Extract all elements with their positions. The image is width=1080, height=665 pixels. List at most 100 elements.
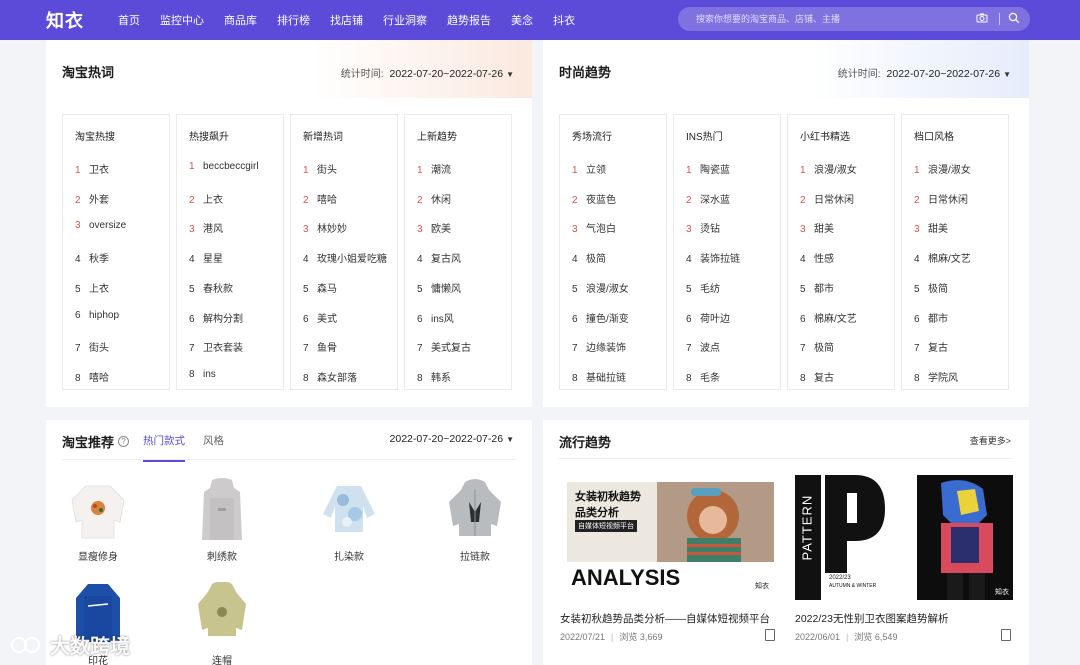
ranking-item[interactable]: 1 beccbeccgirl	[189, 161, 259, 172]
ranking-item[interactable]: 8 基础拉链	[572, 369, 626, 384]
ranking-item[interactable]: 8 韩系	[417, 369, 451, 384]
search-icon[interactable]	[1008, 12, 1020, 27]
ranking-item[interactable]: 7 鱼骨	[303, 339, 337, 354]
ranking-item[interactable]: 5 春秋款	[189, 280, 233, 295]
report-cover-analysis[interactable]: 女装初秋趋势 品类分析 自媒体短视频平台 ANALYSIS 知衣	[567, 482, 774, 592]
product-item[interactable]: 显瘦修身	[53, 478, 143, 563]
ranking-item[interactable]: 8 ins	[189, 369, 216, 380]
ranking-item[interactable]: 2 深水蓝	[686, 191, 730, 206]
date-filter[interactable]: 统计时间: 2022-07-20~2022-07-26 ▼	[838, 65, 1011, 80]
ranking-item[interactable]: 1 街头	[303, 161, 337, 176]
ranking-item[interactable]: 3 林妙妙	[303, 220, 347, 235]
ranking-item[interactable]: 7 街头	[75, 339, 109, 354]
ranking-item[interactable]: 1 卫衣	[75, 161, 109, 176]
date-filter[interactable]: 2022-07-20~2022-07-26 ▼	[384, 433, 514, 445]
nav-item-insight[interactable]: 行业洞察	[383, 12, 427, 28]
ranking-item[interactable]: 2 日常休闲	[914, 191, 968, 206]
ranking-item[interactable]: 6 hiphop	[75, 310, 119, 321]
ranking-item[interactable]: 4 极简	[572, 250, 606, 265]
ranking-item[interactable]: 3 甜美	[914, 220, 948, 235]
ranking-item[interactable]: 8 嘻哈	[75, 369, 109, 384]
ranking-item[interactable]: 6 美式	[303, 310, 337, 325]
nav-item-monitor[interactable]: 监控中心	[160, 12, 204, 28]
ranking-item[interactable]: 3 烫钻	[686, 220, 720, 235]
ranking-item[interactable]: 2 嘻哈	[303, 191, 337, 206]
ranking-item[interactable]: 2 夜蓝色	[572, 191, 616, 206]
ranking-item[interactable]: 4 棉麻/文艺	[914, 250, 971, 265]
ranking-item[interactable]: 4 复古风	[417, 250, 461, 265]
ranking-item[interactable]: 6 撞色/渐变	[572, 310, 629, 325]
ranking-item[interactable]: 4 性感	[800, 250, 834, 265]
ranking-item[interactable]: 2 外套	[75, 191, 109, 206]
ranking-item[interactable]: 5 极简	[914, 280, 948, 295]
ranking-item[interactable]: 8 学院风	[914, 369, 958, 384]
ranking-item[interactable]: 1 陶瓷蓝	[686, 161, 730, 176]
ranking-item[interactable]: 7 极简	[800, 339, 834, 354]
ranking-item[interactable]: 4 装饰拉链	[686, 250, 740, 265]
tab-hot-styles[interactable]: 热门款式	[143, 433, 185, 462]
ranking-item[interactable]: 8 森女部落	[303, 369, 357, 384]
ranking-item[interactable]: 6 解构分割	[189, 310, 243, 325]
search-input[interactable]	[696, 14, 966, 24]
ranking-item[interactable]: 1 立领	[572, 161, 606, 176]
nav-item-shops[interactable]: 找店铺	[330, 12, 363, 28]
ranking-item[interactable]: 5 森马	[303, 280, 337, 295]
ranking-item[interactable]: 3 oversize	[75, 220, 126, 231]
ranking-item[interactable]: 7 美式复古	[417, 339, 471, 354]
ranking-item[interactable]: 4 星星	[189, 250, 223, 265]
nav-item-products[interactable]: 商品库	[224, 12, 257, 28]
ranking-item[interactable]: 3 甜美	[800, 220, 834, 235]
ranking-item[interactable]: 3 欧美	[417, 220, 451, 235]
ranking-item[interactable]: 5 毛纺	[686, 280, 720, 295]
date-range: 2022-07-20~2022-07-26	[389, 68, 504, 80]
ranking-item[interactable]: 6 都市	[914, 310, 948, 325]
nav-item-meinian[interactable]: 美念	[511, 12, 533, 28]
ranking-item[interactable]: 8 复古	[800, 369, 834, 384]
ranking-item[interactable]: 7 复古	[914, 339, 948, 354]
ranking-item[interactable]: 5 上衣	[75, 280, 109, 295]
product-item[interactable]: 扎染款	[304, 478, 394, 563]
ranking-item[interactable]: 8 毛条	[686, 369, 720, 384]
ranking-item[interactable]: 1 浪漫/淑女	[800, 161, 857, 176]
ranking-item[interactable]: 2 休闲	[417, 191, 451, 206]
document-icon[interactable]	[1001, 629, 1011, 641]
camera-icon[interactable]	[976, 12, 988, 27]
report-cover-pattern[interactable]: PATTERN 2022/23 AUTUMN & WINTER	[795, 475, 885, 600]
ranking-item[interactable]: 3 气泡白	[572, 220, 616, 235]
ranking-item[interactable]: 2 日常休闲	[800, 191, 854, 206]
date-filter[interactable]: 统计时间: 2022-07-20~2022-07-26 ▼	[341, 65, 514, 80]
nav-item-home[interactable]: 首页	[118, 12, 140, 28]
ranking-item[interactable]: 7 波点	[686, 339, 720, 354]
view-more-link[interactable]: 查看更多>	[970, 434, 1011, 447]
cover-big-text: ANALYSIS	[571, 565, 681, 590]
ranking-item[interactable]: 7 边缘装饰	[572, 339, 626, 354]
ranking-item[interactable]: 6 荷叶边	[686, 310, 730, 325]
nav-item-ranking[interactable]: 排行榜	[277, 12, 310, 28]
report-title[interactable]: 2022/23无性别卫衣图案趋势解析	[795, 611, 948, 626]
ranking-item[interactable]: 1 潮流	[417, 161, 451, 176]
rank-number: 1	[686, 165, 692, 176]
product-item[interactable]: 刺绣款	[177, 478, 267, 563]
product-item[interactable]: 拉链款	[430, 478, 520, 563]
nav-item-douyi[interactable]: 抖衣	[553, 12, 575, 28]
report-cover-photo[interactable]: 知衣	[917, 475, 1013, 600]
help-icon[interactable]: ?	[118, 436, 130, 447]
report-meta: 2022/07/21 | 浏览 3,669	[560, 632, 663, 642]
product-item[interactable]: 连帽	[177, 581, 267, 665]
ranking-item[interactable]: 1 浪漫/淑女	[914, 161, 971, 176]
ranking-item[interactable]: 2 上衣	[189, 191, 223, 206]
ranking-item[interactable]: 3 港风	[189, 220, 223, 235]
ranking-item[interactable]: 4 玫瑰小姐爱吃糖	[303, 250, 387, 265]
ranking-item[interactable]: 5 都市	[800, 280, 834, 295]
report-title[interactable]: 女装初秋趋势品类分析——自媒体短视频平台	[560, 611, 770, 626]
ranking-item[interactable]: 5 慵懒风	[417, 280, 461, 295]
app-logo[interactable]: 知衣	[46, 7, 106, 33]
nav-item-trend-report[interactable]: 趋势报告	[447, 12, 491, 28]
ranking-item[interactable]: 6 ins风	[417, 310, 454, 325]
ranking-item[interactable]: 6 棉麻/文艺	[800, 310, 857, 325]
tab-style[interactable]: 风格	[203, 433, 224, 462]
ranking-item[interactable]: 5 浪漫/淑女	[572, 280, 629, 295]
ranking-item[interactable]: 7 卫衣套装	[189, 339, 243, 354]
ranking-item[interactable]: 4 秋季	[75, 250, 109, 265]
document-icon[interactable]	[765, 629, 775, 641]
